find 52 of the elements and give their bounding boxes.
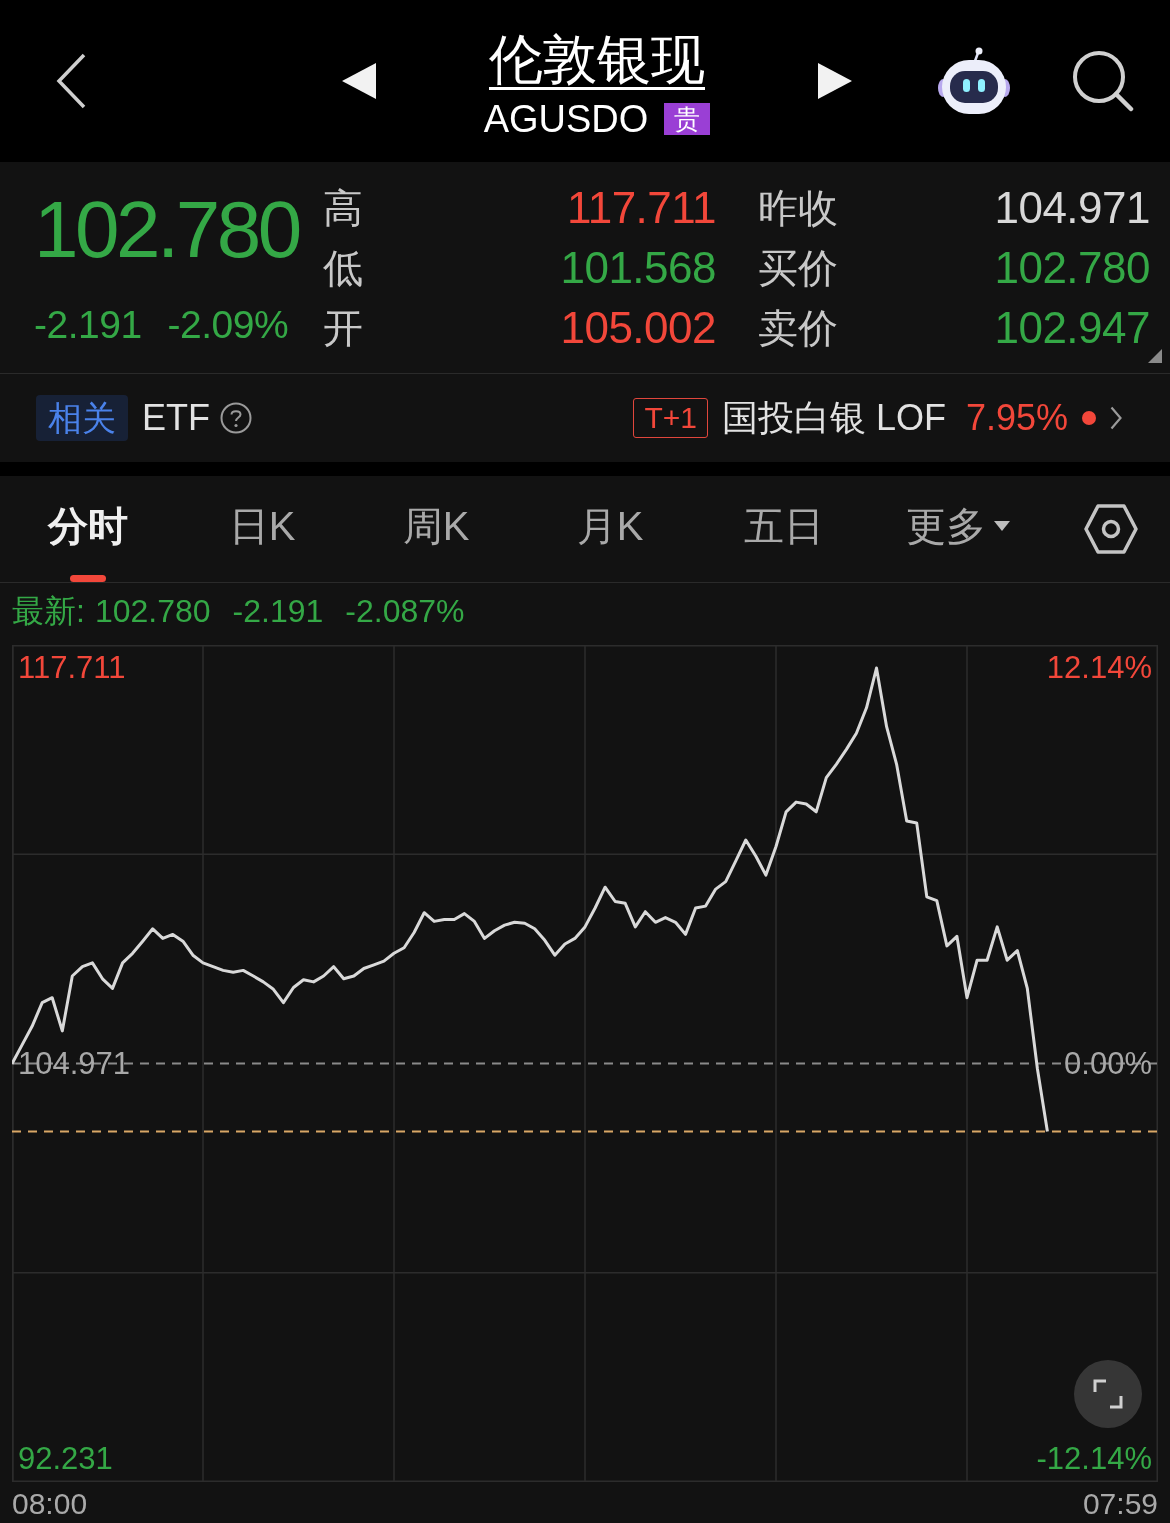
stat-value: 117.711 [566,182,716,234]
stat-value: 102.947 [994,302,1150,354]
instrument-code: AGUSDO [483,97,649,141]
stat-label: 买价 [758,245,838,292]
settlement-badge: T+1 [633,398,708,438]
chart-tab[interactable]: 五日 [697,476,871,582]
chevron-right-icon[interactable] [1110,406,1122,430]
stat-value: 105.002 [560,302,716,354]
fund-percent: 7.95% [965,396,1068,440]
chart-tab[interactable]: 日K [175,476,349,582]
search-icon[interactable] [1072,50,1134,112]
chart-tab[interactable]: 更多 [871,476,1045,582]
latest-price: 102.780 [94,592,211,631]
expand-icon [1093,1379,1123,1409]
chart-tab[interactable]: 月K [523,476,697,582]
stat-value: 101.568 [560,242,716,294]
etf-label: ETF [142,396,210,440]
corner-triangle-icon[interactable] [1148,349,1162,363]
chart-tab[interactable]: 周K [349,476,523,582]
back-icon[interactable] [55,52,87,110]
fund-link[interactable]: 国投白银 LOF [721,396,946,440]
price-axis-label: 104.971 [17,1044,132,1083]
category-badge: 贵 [664,103,711,135]
price-change: -2.191 [34,302,142,348]
percent-axis-label: 12.14% [1045,649,1153,687]
left-triangle-icon[interactable] [342,63,376,99]
chart-tab[interactable]: 分时 [1,476,175,582]
price-axis-label: 117.711 [17,649,127,687]
percent-change: -2.09% [167,302,289,348]
related-tag: 相关 [36,395,128,441]
stat-label: 开 [323,305,363,352]
latest-label: 最新: [12,592,85,631]
stat-label: 高 [323,185,363,232]
latest-percent: -2.087% [345,592,465,631]
stat-label: 卖价 [758,305,838,352]
price-axis-label: 92.231 [17,1440,114,1478]
help-icon[interactable] [220,402,252,434]
time-axis-label: 08:00 [12,1488,88,1520]
settings-icon[interactable] [1084,504,1138,554]
stat-value: 102.780 [994,242,1150,294]
percent-axis-label: -12.14% [1035,1440,1153,1478]
percent-axis-label: 0.00% [1063,1044,1153,1083]
stat-value: 104.971 [994,182,1150,234]
stat-label: 昨收 [758,185,838,232]
latest-change: -2.191 [232,592,324,631]
instrument-title[interactable]: 伦敦银现 [489,27,705,91]
right-triangle-icon[interactable] [818,63,852,99]
time-axis-label: 07:59 [1082,1488,1158,1520]
last-price: 102.780 [34,184,299,276]
stat-label: 低 [323,245,363,292]
status-dot-icon [1082,411,1096,425]
robot-icon[interactable] [938,47,1010,115]
